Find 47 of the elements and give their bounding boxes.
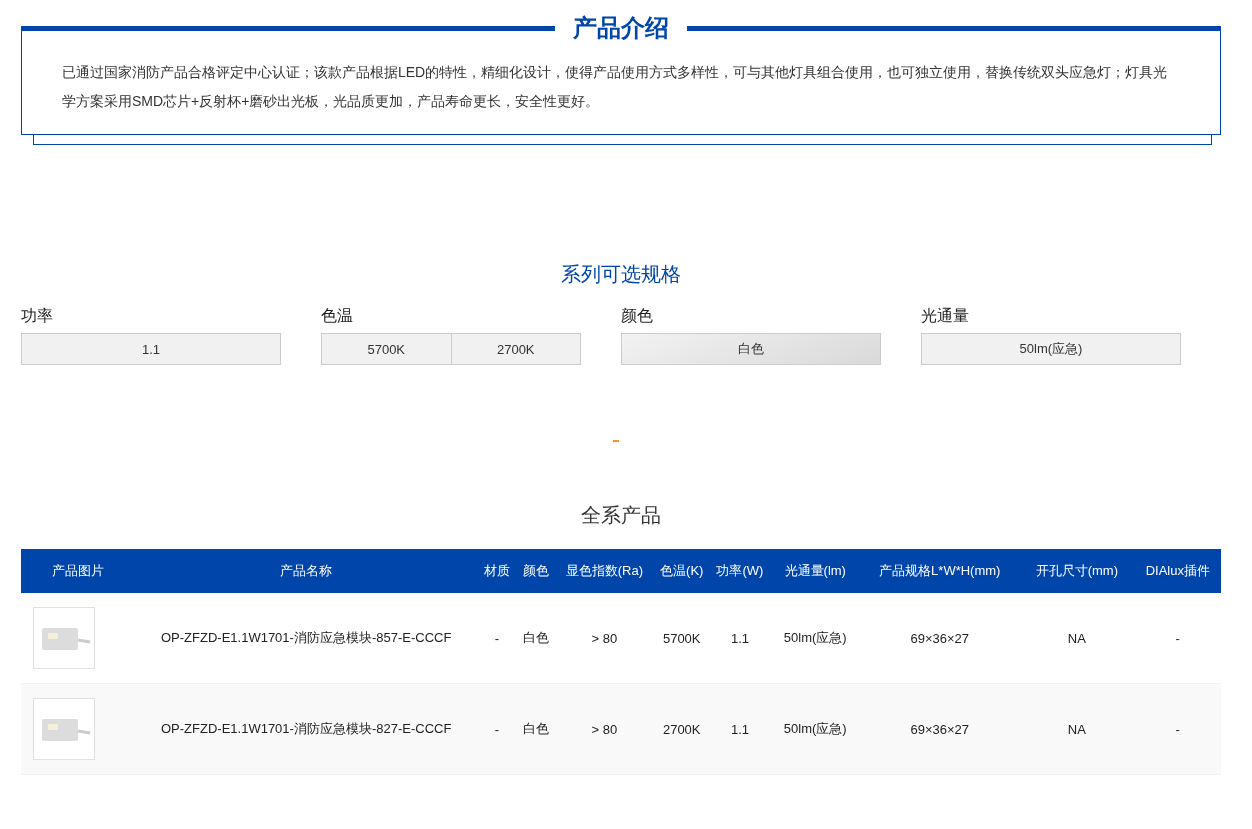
table-cell: 50lm(应急): [770, 593, 861, 684]
spec-label: 色温: [321, 306, 354, 326]
table-cell: -: [1134, 683, 1221, 775]
column-header: 功率(W): [709, 549, 771, 593]
table-cell: 69×36×27: [860, 683, 1020, 775]
spec-option[interactable]: 50lm(应急): [921, 333, 1181, 365]
column-header: 色温(K): [653, 549, 710, 593]
table-cell: 白色: [517, 593, 556, 684]
section-title: 产品介绍: [573, 12, 669, 44]
table-cell: 白色: [517, 683, 556, 775]
section-title: 全系产品: [580, 503, 662, 528]
table-cell: -: [476, 593, 518, 684]
column-header: 颜色: [517, 549, 556, 593]
spec-label: 颜色: [621, 306, 654, 326]
table-cell: 5700K: [653, 593, 710, 684]
column-header: 产品名称: [135, 549, 477, 593]
spec-label: 光通量: [921, 306, 970, 326]
table-cell: -: [476, 683, 518, 775]
table-cell: NA: [1019, 683, 1135, 775]
column-header: 产品图片: [21, 549, 136, 593]
spec-option[interactable]: 2700K: [450, 333, 581, 365]
table-cell: 69×36×27: [860, 593, 1020, 684]
table-cell: OP-ZFZD-E1.1W1701-消防应急模块-857-E-CCCF: [135, 593, 477, 684]
table-cell: OP-ZFZD-E1.1W1701-消防应急模块-827-E-CCCF: [135, 683, 477, 775]
table-cell: -: [1134, 593, 1221, 684]
column-header: DIAlux插件: [1134, 549, 1221, 593]
section-title: 系列可选规格: [560, 262, 682, 287]
product-photo-placeholder[interactable]: [33, 607, 95, 669]
table-cell: NA: [1019, 593, 1135, 684]
table-cell: > 80: [555, 683, 654, 775]
table-cell: 50lm(应急): [770, 683, 861, 775]
table-cell: 1.1: [709, 683, 771, 775]
column-header: 产品规格L*W*H(mm): [860, 549, 1020, 593]
spec-label: 功率: [21, 306, 54, 326]
spec-option[interactable]: 1.1: [21, 333, 281, 365]
column-header: 显色指数(Ra): [555, 549, 654, 593]
table-cell: 2700K: [653, 683, 710, 775]
table-cell: > 80: [555, 593, 654, 684]
table-cell: 1.1: [709, 593, 771, 684]
column-header: 开孔尺寸(mm): [1019, 549, 1135, 593]
product-photo-placeholder[interactable]: [33, 698, 95, 760]
dash-mark: [613, 440, 619, 442]
column-header: 材质: [476, 549, 518, 593]
intro-paragraph: 已通过国家消防产品合格评定中心认证；该款产品根据LED的特性，精细化设计，使得产品使用方式多样性，可与其他灯具组合使用，也可独立使用，替换传统双头应急灯；灯具光学方案采用SMD芯片+反射杯+磨砂出光板，光品质更加，产品寿命更长，安全性更好。: [62, 63, 1169, 111]
spec-option[interactable]: 5700K: [321, 333, 452, 365]
spec-option[interactable]: 白色: [621, 333, 881, 365]
column-header: 光通量(lm): [770, 549, 861, 593]
